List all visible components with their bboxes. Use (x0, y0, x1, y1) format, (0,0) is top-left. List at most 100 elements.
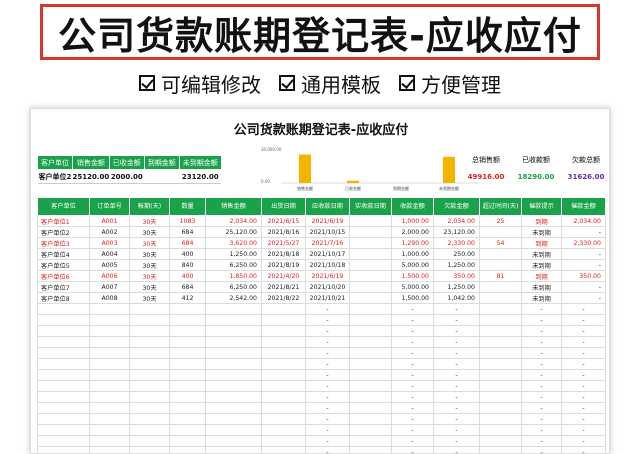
table-cell[interactable]: - (433, 369, 480, 381)
table-cell[interactable] (205, 446, 262, 453)
table-cell[interactable]: 客户单位2 (37, 226, 90, 238)
table-cell[interactable] (261, 303, 306, 315)
table-cell[interactable] (349, 303, 392, 315)
table-cell[interactable]: 25,120.00 (205, 226, 262, 238)
table-cell[interactable]: 未到期 (521, 292, 562, 304)
table-cell[interactable]: - (433, 358, 480, 370)
table-cell[interactable]: 未到期 (521, 226, 562, 238)
empty-row[interactable]: ----- (37, 303, 606, 315)
table-cell[interactable] (261, 358, 306, 370)
table-cell[interactable] (205, 402, 262, 414)
table-cell[interactable]: - (305, 369, 350, 381)
empty-row[interactable]: ----- (37, 325, 606, 337)
table-cell[interactable]: - (521, 446, 562, 453)
table-cell[interactable] (349, 402, 392, 414)
table-cell[interactable]: 2,000.00 (391, 226, 434, 238)
table-cell[interactable]: 400 (169, 248, 206, 260)
table-cell[interactable]: 5,000.00 (391, 281, 434, 293)
table-cell[interactable]: 1,500.00 (391, 292, 434, 304)
table-cell[interactable]: 客户单位5 (37, 259, 90, 271)
table-cell[interactable] (129, 303, 170, 315)
table-cell[interactable] (89, 391, 130, 403)
table-cell[interactable]: - (561, 259, 606, 271)
table-cell[interactable] (169, 303, 206, 315)
table-cell[interactable]: 30天 (129, 281, 170, 293)
empty-row[interactable]: ----- (37, 336, 606, 348)
table-cell[interactable] (261, 402, 306, 414)
table-cell[interactable] (261, 347, 306, 359)
empty-row[interactable]: ----- (37, 435, 606, 447)
table-cell[interactable]: - (521, 413, 562, 425)
table-cell[interactable] (89, 325, 130, 337)
table-cell[interactable]: - (521, 380, 562, 392)
empty-row[interactable]: ----- (37, 402, 606, 414)
table-cell[interactable] (261, 446, 306, 453)
table-cell[interactable]: - (305, 314, 350, 326)
table-cell[interactable]: 684 (169, 281, 206, 293)
table-cell[interactable] (261, 336, 306, 348)
empty-row[interactable]: ----- (37, 391, 606, 403)
table-cell[interactable]: A007 (89, 281, 130, 293)
table-cell[interactable]: - (391, 435, 434, 447)
table-cell[interactable] (205, 347, 262, 359)
table-row[interactable]: 客户单位7 A007 30天 684 6,250.00 2021/8/21 2021/10/… (37, 281, 606, 293)
table-cell[interactable]: 到期 (521, 215, 562, 227)
table-cell[interactable] (37, 347, 90, 359)
table-cell[interactable] (169, 336, 206, 348)
table-cell[interactable]: 30天 (129, 259, 170, 271)
table-row[interactable]: 客户单位8 A008 30天 412 2,542.00 2021/8/22 2021/10/… (37, 292, 606, 304)
table-cell[interactable]: 2021/7/16 (305, 237, 350, 249)
table-cell[interactable]: 未到期 (521, 259, 562, 271)
table-cell[interactable] (169, 413, 206, 425)
table-cell[interactable]: - (433, 402, 480, 414)
table-cell[interactable]: - (561, 292, 606, 304)
table-cell[interactable]: 2021/10/15 (305, 226, 350, 238)
table-cell[interactable] (169, 380, 206, 392)
table-cell[interactable]: - (391, 336, 434, 348)
table-cell[interactable]: - (305, 424, 350, 436)
table-cell[interactable]: 2021/4/20 (261, 270, 306, 282)
table-cell[interactable]: A004 (89, 248, 130, 260)
table-cell[interactable] (129, 369, 170, 381)
table-cell[interactable] (89, 380, 130, 392)
table-cell[interactable]: 30天 (129, 226, 170, 238)
table-cell[interactable] (349, 347, 392, 359)
table-cell[interactable]: 客户单位7 (37, 281, 90, 293)
table-cell[interactable] (261, 391, 306, 403)
table-cell[interactable] (349, 226, 392, 238)
table-cell[interactable] (349, 215, 392, 227)
table-cell[interactable] (349, 281, 392, 293)
table-cell[interactable]: - (521, 325, 562, 337)
table-cell[interactable]: - (561, 413, 606, 425)
table-cell[interactable]: - (521, 424, 562, 436)
table-cell[interactable]: A005 (89, 259, 130, 271)
table-cell[interactable]: 5,000.00 (391, 259, 434, 271)
table-cell[interactable] (349, 358, 392, 370)
table-cell[interactable] (37, 314, 90, 326)
table-cell[interactable]: - (561, 314, 606, 326)
table-cell[interactable]: 2,034.00 (433, 215, 480, 227)
table-cell[interactable]: 2021/8/19 (261, 259, 306, 271)
table-cell[interactable] (261, 424, 306, 436)
table-cell[interactable]: - (305, 402, 350, 414)
table-cell[interactable]: - (433, 424, 480, 436)
table-cell[interactable] (205, 413, 262, 425)
table-cell[interactable]: - (521, 336, 562, 348)
table-cell[interactable] (261, 435, 306, 447)
table-cell[interactable] (479, 413, 522, 425)
table-cell[interactable]: - (521, 303, 562, 315)
table-cell[interactable]: - (391, 413, 434, 425)
table-cell[interactable]: 1,000.00 (391, 215, 434, 227)
table-cell[interactable]: - (391, 402, 434, 414)
table-cell[interactable]: - (561, 402, 606, 414)
table-cell[interactable]: 1,250.00 (433, 281, 480, 293)
table-cell[interactable] (37, 358, 90, 370)
table-cell[interactable] (479, 380, 522, 392)
table-cell[interactable]: 840 (169, 259, 206, 271)
table-cell[interactable] (169, 446, 206, 453)
table-cell[interactable] (349, 259, 392, 271)
table-cell[interactable] (349, 314, 392, 326)
table-cell[interactable] (479, 424, 522, 436)
table-cell[interactable] (169, 358, 206, 370)
table-cell[interactable]: - (521, 369, 562, 381)
